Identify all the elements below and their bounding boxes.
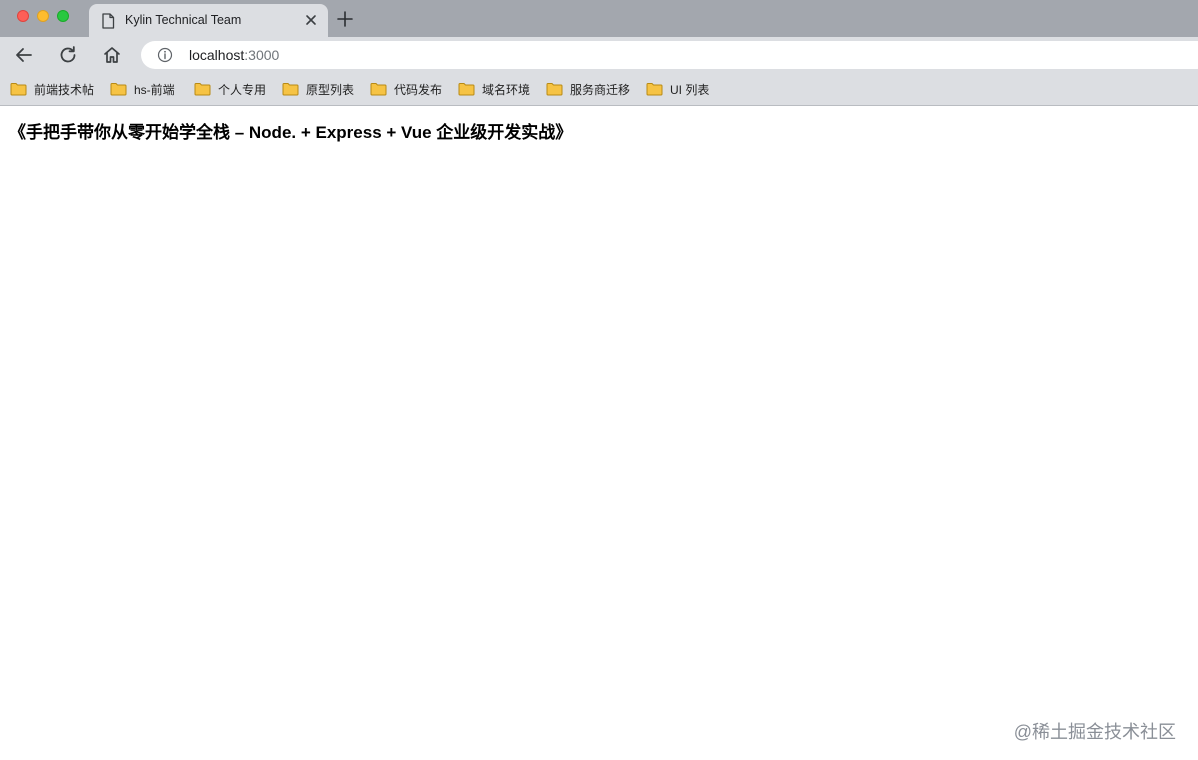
new-tab-icon[interactable] — [336, 10, 354, 28]
bookmarks-bar: 前端技术帖 hs-前端 个人专用 原型列表 代码发布 域名环境 服务商迁移 UI… — [0, 73, 1198, 106]
folder-icon — [110, 83, 127, 96]
page-heading: 《手把手带你从零开始学全栈 – Node. + Express + Vue 企业… — [9, 123, 573, 142]
home-icon[interactable] — [101, 44, 123, 66]
bookmark-folder[interactable]: 原型列表 — [282, 80, 354, 98]
document-icon — [102, 13, 115, 29]
minimize-window-button[interactable] — [37, 10, 49, 22]
folder-icon — [194, 83, 211, 96]
reload-icon[interactable] — [57, 44, 79, 66]
address-bar[interactable]: localhost:3000 — [141, 41, 1198, 69]
browser-toolbar: localhost:3000 — [0, 37, 1198, 73]
close-window-button[interactable] — [17, 10, 29, 22]
folder-icon — [282, 83, 299, 96]
bookmark-folder[interactable]: 前端技术帖 — [10, 80, 94, 98]
bookmark-label: 原型列表 — [306, 82, 355, 97]
bookmark-folder[interactable]: 域名环境 — [458, 80, 530, 98]
browser-tab[interactable]: Kylin Technical Team — [89, 4, 328, 37]
tab-strip: Kylin Technical Team — [0, 0, 1198, 37]
url-port: :3000 — [244, 47, 280, 63]
bookmark-label: 个人专用 — [218, 82, 267, 97]
bookmark-label: 前端技术帖 — [34, 82, 95, 97]
bookmark-label: hs-前端 — [134, 82, 175, 97]
folder-icon — [10, 83, 27, 96]
folder-icon — [458, 83, 475, 96]
bookmark-label: 服务商迁移 — [570, 82, 631, 97]
bookmark-label: 域名环境 — [482, 82, 531, 97]
info-icon[interactable] — [157, 47, 173, 63]
bookmark-folder[interactable]: UI 列表 — [646, 80, 709, 98]
bookmark-folder[interactable]: 服务商迁移 — [546, 80, 630, 98]
bookmark-label: UI 列表 — [670, 82, 710, 97]
arrow-left-icon[interactable] — [13, 44, 35, 66]
folder-icon — [370, 83, 387, 96]
url-host: localhost — [189, 47, 245, 63]
bookmark-folder[interactable]: 代码发布 — [370, 80, 442, 98]
folder-icon — [546, 83, 563, 96]
url-text[interactable]: localhost:3000 — [189, 47, 279, 63]
maximize-window-button[interactable] — [57, 10, 69, 22]
tab-title: Kylin Technical Team — [125, 13, 242, 27]
bookmark-folder[interactable]: hs-前端 — [110, 80, 175, 98]
bookmark-folder[interactable]: 个人专用 — [194, 80, 266, 98]
watermark: @稀土掘金技术社区 — [1013, 722, 1176, 742]
bookmark-label: 代码发布 — [394, 82, 443, 97]
close-icon[interactable] — [304, 13, 318, 27]
folder-icon — [646, 83, 663, 96]
